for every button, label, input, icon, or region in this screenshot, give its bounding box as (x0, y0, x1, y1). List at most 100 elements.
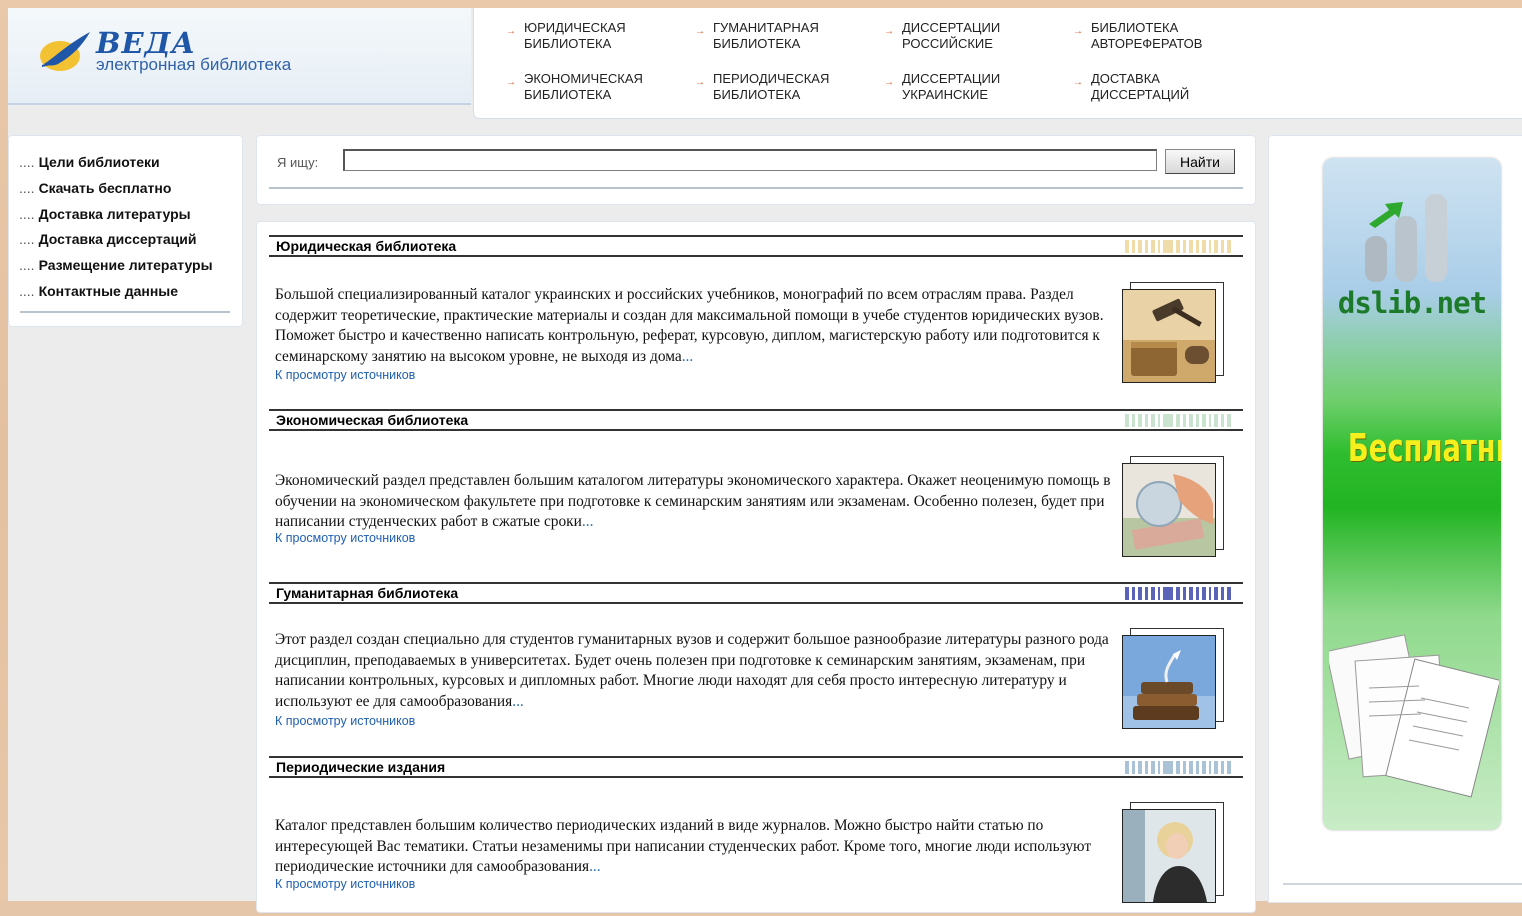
nav-dissertation-delivery[interactable]: → ДОСТАВКА ДИССЕРТАЦИЙ (1073, 71, 1271, 103)
arrow-right-icon: → (506, 26, 516, 37)
stripe-segment (1214, 761, 1218, 774)
stripe-segment (1138, 414, 1142, 427)
stripe-segment (1189, 761, 1193, 774)
stripe-segment (1138, 587, 1142, 600)
stripe-segment (1163, 587, 1173, 600)
top-navigation: → ЮРИДИЧЕСКАЯ БИБЛИОТЕКА → ГУМАНИТАРНАЯ … (473, 8, 1522, 119)
stripe-segment (1227, 414, 1231, 427)
sidebar-item-literature-placement[interactable]: .... Размещение литературы (19, 256, 213, 282)
stripe-segment (1227, 587, 1231, 600)
stripe-segment (1151, 414, 1155, 427)
nav-abstracts-library[interactable]: → БИБЛИОТЕКА АВТОРЕФЕРАТОВ (1073, 20, 1271, 52)
stripe-segment (1138, 761, 1142, 774)
header-stripes (1125, 414, 1237, 427)
stripe-segment (1209, 587, 1211, 600)
nav-label-line1: ПЕРИОДИЧЕСКАЯ (713, 71, 830, 86)
stripe-segment (1227, 240, 1231, 253)
read-more-ellipsis[interactable]: ... (589, 858, 601, 875)
view-sources-link[interactable]: К просмотру источников (275, 368, 415, 382)
stripe-segment (1151, 240, 1155, 253)
nav-humanities-library[interactable]: → ГУМАНИТАРНАЯ БИБЛИОТЕКА (695, 20, 893, 52)
section-thumbnail[interactable] (1122, 628, 1226, 730)
stripe-segment (1145, 587, 1148, 600)
stripe-segment (1196, 240, 1199, 253)
stripe-segment (1221, 414, 1224, 427)
stripe-segment (1183, 414, 1186, 427)
sidebar-item-dissertation-delivery[interactable]: .... Доставка диссертаций (19, 230, 213, 256)
nav-label-line1: ЮРИДИЧЕСКАЯ (524, 20, 626, 35)
nav-label-line2: РОССИЙСКИЕ (902, 36, 993, 51)
section-title[interactable]: Юридическая библиотека (276, 238, 456, 254)
nav-label-line2: БИБЛИОТЕКА (713, 36, 801, 51)
arrow-right-icon: → (695, 77, 705, 88)
stripe-segment (1189, 240, 1193, 253)
section-thumbnail[interactable] (1122, 456, 1226, 558)
nav-ukrainian-dissertations[interactable]: → ДИССЕРТАЦИИ УКРАИНСКИЕ (884, 71, 1082, 103)
dslib-banner[interactable]: dslib.net Бесплатные (1323, 158, 1501, 830)
sidebar-item-literature-delivery[interactable]: .... Доставка литературы (19, 205, 213, 231)
view-sources-link[interactable]: К просмотру источников (275, 531, 415, 545)
section-header: Периодические издания (269, 756, 1243, 778)
stripe-segment (1214, 414, 1218, 427)
search-button[interactable]: Найти (1165, 149, 1235, 174)
growth-chart-icon (1365, 194, 1447, 282)
stripe-segment (1196, 587, 1199, 600)
stripe-segment (1183, 587, 1186, 600)
arrow-right-icon: → (695, 26, 705, 37)
stripe-segment (1163, 761, 1173, 774)
read-more-ellipsis[interactable]: ... (682, 348, 694, 365)
view-sources-link[interactable]: К просмотру источников (275, 714, 415, 728)
arrow-right-icon: → (1073, 77, 1083, 88)
stripe-segment (1132, 414, 1135, 427)
logo-area[interactable]: ВЕДА электронная библиотека (8, 8, 471, 105)
nav-periodical-library[interactable]: → ПЕРИОДИЧЕСКАЯ БИБЛИОТЕКА (695, 71, 893, 103)
woman-reading-image (1122, 809, 1216, 903)
section-title[interactable]: Периодические издания (276, 759, 445, 775)
header-stripes (1125, 761, 1237, 774)
sidebar-item-contacts[interactable]: .... Контактные данные (19, 282, 213, 308)
section-header: Гуманитарная библиотека (269, 582, 1243, 604)
documents-icon (1329, 634, 1499, 798)
stripe-segment (1125, 414, 1129, 427)
stripe-segment (1151, 587, 1155, 600)
sidebar-item-label: Размещение литературы (38, 257, 213, 274)
section-thumbnail[interactable] (1122, 802, 1226, 904)
stripe-segment (1196, 414, 1199, 427)
nav-label-line2: УКРАИНСКИЕ (902, 87, 989, 102)
menu-dots: .... (19, 154, 35, 170)
read-more-ellipsis[interactable]: ... (582, 513, 594, 530)
bird-logo-icon (40, 32, 90, 71)
stripe-segment (1163, 240, 1173, 253)
banner-site-name: dslib.net (1337, 286, 1487, 320)
section-title[interactable]: Гуманитарная библиотека (276, 585, 458, 601)
section-humanities-library: Гуманитарная библиотека Этот раздел созд… (269, 582, 1243, 747)
search-input[interactable] (343, 149, 1157, 171)
nav-economics-library[interactable]: → ЭКОНОМИЧЕСКАЯ БИБЛИОТЕКА (506, 71, 704, 103)
arrow-right-icon: → (884, 77, 894, 88)
divider (1283, 883, 1522, 885)
nav-label-line2: ДИССЕРТАЦИЙ (1091, 87, 1190, 102)
sidebar-item-label: Доставка диссертаций (38, 231, 197, 248)
nav-russian-dissertations[interactable]: → ДИССЕРТАЦИИ РОССИЙСКИЕ (884, 20, 1082, 52)
header-stripes (1125, 240, 1237, 253)
read-more-ellipsis[interactable]: ... (512, 693, 524, 710)
nav-legal-library[interactable]: → ЮРИДИЧЕСКАЯ БИБЛИОТЕКА (506, 20, 704, 52)
money-globe-image (1122, 463, 1216, 557)
sidebar-item-free-download[interactable]: .... Скачать бесплатно (19, 179, 213, 205)
section-thumbnail[interactable] (1122, 282, 1226, 384)
sidebar-menu: .... Цели библиотеки .... Скачать бесплатн… (8, 135, 243, 327)
stripe-segment (1214, 240, 1218, 253)
stripe-segment (1158, 240, 1160, 253)
search-panel: Я ищу: Найти (256, 135, 1256, 205)
nav-label-line2: АВТОРЕФЕРАТОВ (1091, 36, 1203, 51)
nav-label-line1: ДИССЕРТАЦИИ (902, 71, 1001, 86)
menu-dots: .... (19, 179, 35, 196)
view-sources-link[interactable]: К просмотру источников (275, 877, 415, 891)
section-description: Экономический раздел представлен большим… (275, 471, 1115, 533)
stripe-segment (1145, 414, 1148, 427)
section-header: Юридическая библиотека (269, 235, 1243, 257)
stripe-segment (1145, 240, 1148, 253)
stripe-segment (1209, 240, 1211, 253)
section-title[interactable]: Экономическая библиотека (276, 412, 468, 428)
sidebar-item-library-goals[interactable]: .... Цели библиотеки (19, 153, 213, 179)
